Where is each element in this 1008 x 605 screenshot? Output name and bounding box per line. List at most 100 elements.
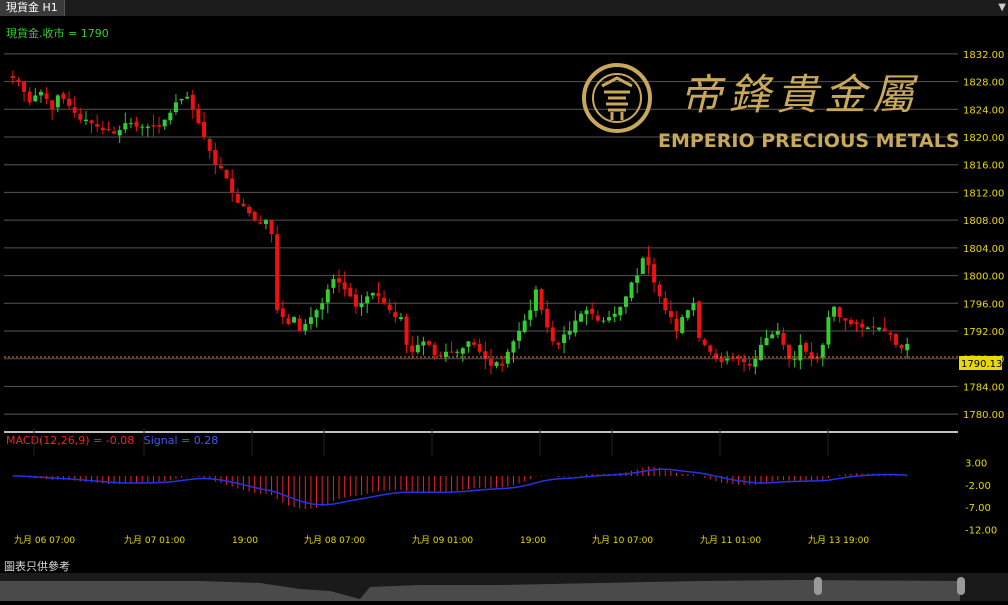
candle-body xyxy=(348,288,353,297)
candle-body xyxy=(905,343,910,351)
candle-body xyxy=(882,328,887,331)
candle-body xyxy=(196,108,201,124)
candle-body xyxy=(365,296,370,304)
candle-body xyxy=(764,337,769,346)
candle-body xyxy=(837,307,842,318)
candle-body xyxy=(854,322,859,325)
candle-body xyxy=(466,341,471,347)
candle-body xyxy=(623,296,628,307)
candle-body xyxy=(162,119,167,127)
chart-scrollbar[interactable] xyxy=(0,573,1008,601)
tab-bar: 現貨金 H1 ▼ xyxy=(0,0,1008,16)
candle-body xyxy=(618,306,623,316)
candle-body xyxy=(517,331,522,341)
candle-body xyxy=(803,343,808,352)
candle-body xyxy=(685,310,690,318)
candle-body xyxy=(33,95,38,102)
candle-body xyxy=(376,293,381,297)
candle-body xyxy=(545,308,550,328)
watermark-chinese-text: 帝鋒貴金屬 xyxy=(680,70,920,119)
time-tick-label: 九月 10 07:00 xyxy=(592,535,653,546)
candle-body xyxy=(770,334,775,339)
macd-tick-label: -12.00 xyxy=(965,525,997,536)
chart-disclaimer: 圖表只供參考 xyxy=(4,560,70,573)
candle-body xyxy=(657,284,662,297)
candle-body xyxy=(877,327,882,330)
candle-body xyxy=(635,275,640,283)
candle-body xyxy=(415,344,420,353)
candle-body xyxy=(674,318,679,331)
candle-body xyxy=(758,344,763,360)
candle-body xyxy=(393,312,398,318)
candle-body xyxy=(145,126,150,129)
candle-body xyxy=(826,317,831,345)
candle-body xyxy=(134,121,139,127)
candle-body xyxy=(269,220,274,234)
watermark-english-text: EMPERIO PRECIOUS METALS xyxy=(658,130,960,152)
candle-body xyxy=(185,96,190,99)
price-tick-label: 1780.00 xyxy=(963,410,1004,421)
candle-body xyxy=(578,313,583,322)
candle-body xyxy=(224,170,229,179)
candle-body xyxy=(562,334,567,344)
current-price-text: 1790.13 xyxy=(961,359,1002,370)
candle-body xyxy=(218,165,223,169)
candle-body xyxy=(173,102,178,112)
candle-body xyxy=(27,91,32,103)
candle-body xyxy=(438,355,443,357)
candle-body xyxy=(460,348,465,354)
candle-body xyxy=(533,289,538,311)
candle-body xyxy=(539,289,544,311)
chevron-down-icon[interactable]: ▼ xyxy=(998,0,1006,16)
candle-body xyxy=(50,100,55,110)
candle-body xyxy=(421,341,426,346)
watermark-logo-icon xyxy=(582,63,652,133)
candle-body xyxy=(140,126,145,128)
candle-body xyxy=(443,351,448,358)
candle-body xyxy=(494,362,499,367)
time-tick-label: 九月 11 01:00 xyxy=(700,535,761,546)
candle-body xyxy=(668,311,673,318)
time-tick-label: 19:00 xyxy=(232,536,258,546)
candle-body xyxy=(83,119,88,122)
candle-body xyxy=(370,292,375,296)
time-tick-label: 19:00 xyxy=(520,536,546,546)
candle-body xyxy=(477,343,482,352)
candle-body xyxy=(78,113,83,120)
candle-body xyxy=(382,297,387,304)
candle-body xyxy=(590,308,595,314)
candle-body xyxy=(601,320,606,322)
candle-body xyxy=(888,332,893,335)
candle-body xyxy=(781,332,786,345)
candle-body xyxy=(500,363,505,366)
price-tick-label: 1808.00 xyxy=(963,216,1004,227)
candle-body xyxy=(230,178,235,193)
candle-body xyxy=(241,203,246,207)
candle-body xyxy=(337,278,342,283)
macd-value-label: MACD(12,26,9) = -0.08 xyxy=(6,434,134,447)
candle-body xyxy=(708,345,713,352)
time-tick-label: 九月 08 07:00 xyxy=(304,535,365,546)
macd-tick-label: 3.00 xyxy=(965,459,987,470)
signal-value-label: Signal = 0.28 xyxy=(144,434,219,447)
candle-body xyxy=(697,301,702,338)
candle-body xyxy=(680,317,685,334)
candle-body xyxy=(646,256,651,266)
price-tick-label: 1816.00 xyxy=(963,161,1004,172)
chart-tab[interactable]: 現貨金 H1 xyxy=(0,0,65,16)
candle-body xyxy=(72,107,77,113)
candle-body xyxy=(106,128,111,131)
candlestick-chart: 帝鋒貴金屬 EMPERIO PRECIOUS METALS 現貨金.收市 = 1… xyxy=(0,16,1008,556)
scrollbar-overview xyxy=(0,580,960,601)
candle-body xyxy=(398,317,403,320)
scrollbar-right-handle[interactable] xyxy=(957,577,965,595)
candle-body xyxy=(809,352,814,359)
candle-body xyxy=(865,327,870,330)
candle-body xyxy=(899,344,904,349)
candle-body xyxy=(89,120,94,124)
candle-body xyxy=(207,138,212,151)
candle-body xyxy=(342,282,347,290)
candle-body xyxy=(455,351,460,353)
candle-body xyxy=(61,93,66,99)
scrollbar-left-handle[interactable] xyxy=(814,577,822,595)
